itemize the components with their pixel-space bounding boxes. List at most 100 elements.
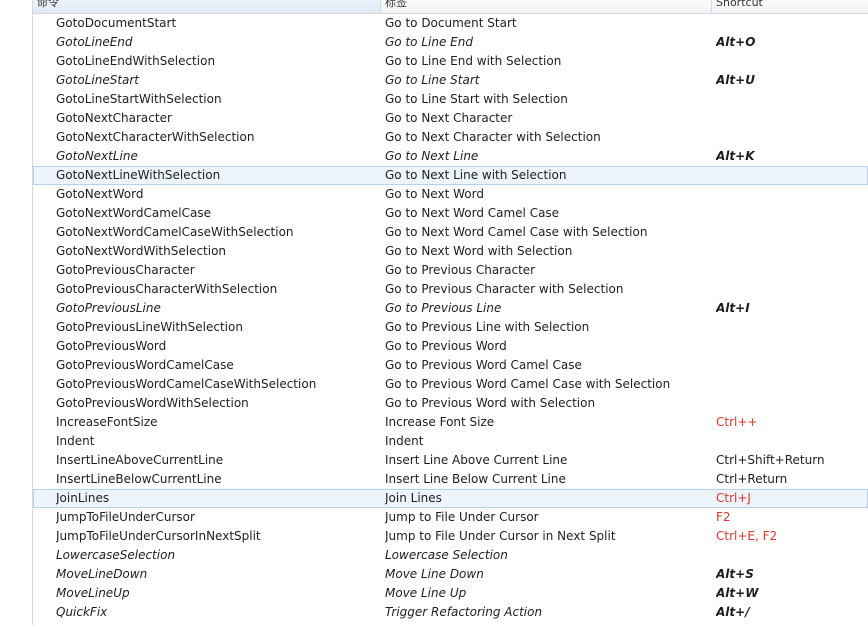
label-cell: Go to Previous Word Camel Case with Sele…	[385, 377, 671, 391]
table-row[interactable]: GotoPreviousLine Go to Previous Line Alt+I	[33, 299, 868, 318]
command-cell: InsertLineBelowCurrentLine	[56, 472, 222, 486]
table-row[interactable]: MoveLineDown Move Line Down Alt+S	[33, 565, 868, 584]
label-cell: Join Lines	[385, 491, 442, 505]
command-cell: GotoNextWordWithSelection	[56, 244, 227, 258]
command-cell: GotoLineStart	[56, 73, 140, 87]
command-cell: GotoLineEndWithSelection	[56, 54, 216, 68]
label-cell: Go to Previous Character with Selection	[385, 282, 624, 296]
command-cell: GotoPreviousWordWithSelection	[56, 396, 249, 410]
table-row[interactable]: GotoDocumentStart Go to Document Start	[33, 14, 868, 33]
label-cell: Insert Line Below Current Line	[385, 472, 566, 486]
table-row[interactable]: GotoNextWordWithSelection Go to Next Word…	[33, 242, 868, 261]
label-cell: Go to Line Start with Selection	[385, 92, 568, 106]
table-row[interactable]: GotoPreviousWordCamelCase Go to Previous …	[33, 356, 868, 375]
label-cell: Indent	[385, 434, 424, 448]
command-cell: GotoLineStartWithSelection	[56, 92, 222, 106]
command-cell: GotoPreviousWordCamelCaseWithSelection	[56, 377, 317, 391]
table-row[interactable]: GotoNextLine Go to Next Line Alt+K	[33, 147, 868, 166]
shortcut-cell: Ctrl+J	[716, 491, 751, 505]
command-cell: MoveLineDown	[56, 567, 148, 581]
left-margin	[0, 0, 33, 625]
label-cell: Lowercase Selection	[385, 548, 508, 562]
label-cell: Go to Next Character	[385, 111, 513, 125]
command-cell: QuickFix	[56, 605, 108, 619]
label-cell: Go to Next Character with Selection	[385, 130, 601, 144]
table-row[interactable]: GotoNextLineWithSelection Go to Next Line…	[33, 166, 868, 185]
table-row[interactable]: GotoPreviousWordCamelCaseWithSelection Go…	[33, 375, 868, 394]
table-row[interactable]: GotoLineStartWithSelection Go to Line Sta…	[33, 90, 868, 109]
command-cell: GotoNextWordCamelCaseWithSelection	[56, 225, 294, 239]
shortcut-cell: Ctrl+Shift+Return	[716, 453, 825, 467]
label-cell: Go to Previous Line with Selection	[385, 320, 590, 334]
label-cell: Trigger Refactoring Action	[385, 605, 543, 619]
table-row[interactable]: JumpToFileUnderCursor Jump to File Under …	[33, 508, 868, 527]
shortcut-cell: Alt+I	[716, 301, 750, 315]
table-row[interactable]: MoveLineUp Move Line Up Alt+W	[33, 584, 868, 603]
table-row[interactable]: GotoPreviousWord Go to Previous Word	[33, 337, 868, 356]
table-row[interactable]: JumpToFileUnderCursorInNextSplit Jump to …	[33, 527, 868, 546]
command-cell: GotoPreviousLine	[56, 301, 161, 315]
table-row[interactable]: GotoNextWordCamelCase Go to Next Word Cam…	[33, 204, 868, 223]
command-cell: MoveLineUp	[56, 586, 130, 600]
label-cell: Go to Previous Word	[385, 339, 507, 353]
table-row[interactable]: InsertLineBelowCurrentLine Insert Line Be…	[33, 470, 868, 489]
label-cell: Go to Line End	[385, 35, 473, 49]
label-cell: Go to Next Line	[385, 149, 479, 163]
label-cell: Jump to File Under Cursor	[385, 510, 539, 524]
table-row[interactable]: GotoNextCharacter Go to Next Character	[33, 109, 868, 128]
command-cell: Indent	[56, 434, 95, 448]
command-cell: GotoNextLineWithSelection	[56, 168, 221, 182]
table-row[interactable]: LowercaseSelection Lowercase Selection	[33, 546, 868, 565]
table-row[interactable]: GotoNextWordCamelCaseWithSelection Go to …	[33, 223, 868, 242]
command-cell: JumpToFileUnderCursorInNextSplit	[56, 529, 261, 543]
column-header-shortcut[interactable]: Shortcut	[712, 0, 868, 13]
label-cell: Move Line Up	[385, 586, 467, 600]
shortcut-cell: Alt+K	[716, 149, 755, 163]
command-cell: InsertLineAboveCurrentLine	[56, 453, 224, 467]
shortcut-cell: Alt+S	[716, 567, 754, 581]
table-row[interactable]: GotoPreviousCharacter Go to Previous Char…	[33, 261, 868, 280]
command-cell: LowercaseSelection	[56, 548, 176, 562]
table-row[interactable]: GotoPreviousLineWithSelection Go to Previ…	[33, 318, 868, 337]
table-row[interactable]: GotoNextWord Go to Next Word	[33, 185, 868, 204]
column-header-label[interactable]: 标签	[381, 0, 712, 13]
column-header-command[interactable]: 命令	[33, 0, 381, 13]
shortcut-cell: Alt+O	[716, 35, 756, 49]
shortcut-cell: Ctrl+Return	[716, 472, 788, 486]
command-cell: GotoPreviousWordCamelCase	[56, 358, 234, 372]
table-row[interactable]: GotoLineStart Go to Line Start Alt+U	[33, 71, 868, 90]
command-cell: IncreaseFontSize	[56, 415, 158, 429]
label-cell: Go to Previous Character	[385, 263, 536, 277]
label-cell: Go to Next Word with Selection	[385, 244, 573, 258]
label-cell: Go to Line Start	[385, 73, 480, 87]
table-row[interactable]: JoinLines Join Lines Ctrl+J	[33, 489, 868, 508]
label-cell: Go to Document Start	[385, 16, 517, 30]
command-cell: GotoPreviousCharacterWithSelection	[56, 282, 278, 296]
table-row[interactable]: GotoLineEnd Go to Line End Alt+O	[33, 33, 868, 52]
command-cell: GotoPreviousLineWithSelection	[56, 320, 243, 334]
table-row[interactable]: GotoNextCharacterWithSelection Go to Next…	[33, 128, 868, 147]
table-row[interactable]: GotoPreviousWordWithSelection Go to Previ…	[33, 394, 868, 413]
table-row[interactable]: QuickFix Trigger Refactoring Action Alt+/	[33, 603, 868, 622]
table-row[interactable]: InsertLineAboveCurrentLine Insert Line Ab…	[33, 451, 868, 470]
label-cell: Go to Next Word	[385, 187, 484, 201]
label-cell: Go to Next Word Camel Case with Selectio…	[385, 225, 648, 239]
command-cell: JumpToFileUnderCursor	[56, 510, 195, 524]
table-row[interactable]: GotoLineEndWithSelection Go to Line End w…	[33, 52, 868, 71]
command-cell: GotoNextLine	[56, 149, 138, 163]
command-cell: GotoPreviousCharacter	[56, 263, 195, 277]
command-cell: GotoNextWord	[56, 187, 144, 201]
shortcut-cell: Ctrl++	[716, 415, 758, 429]
shortcut-cell: F2	[716, 510, 731, 524]
label-cell: Go to Next Line with Selection	[385, 168, 567, 182]
table-row[interactable]: GotoPreviousCharacterWithSelection Go to …	[33, 280, 868, 299]
table-row[interactable]: Indent Indent	[33, 432, 868, 451]
label-cell: Go to Line End with Selection	[385, 54, 562, 68]
table-row[interactable]: IncreaseFontSize Increase Font Size Ctrl++	[33, 413, 868, 432]
shortcut-cell: Alt+U	[716, 73, 755, 87]
label-cell: Move Line Down	[385, 567, 484, 581]
shortcut-cell: Alt+W	[716, 586, 759, 600]
label-cell: Jump to File Under Cursor in Next Split	[385, 529, 616, 543]
command-cell: GotoNextCharacterWithSelection	[56, 130, 255, 144]
shortcut-cell: Ctrl+E, F2	[716, 529, 778, 543]
